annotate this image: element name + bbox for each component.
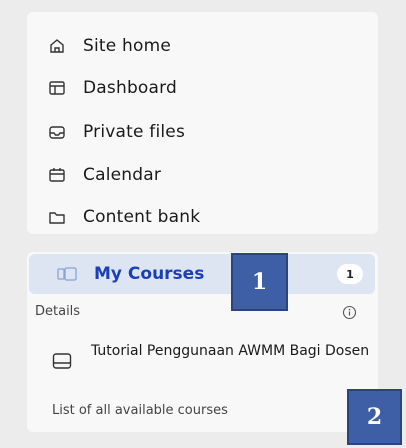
nav-item-label: Dashboard [83, 78, 178, 98]
dashboard-icon [48, 79, 66, 97]
details-label: Details [35, 304, 81, 319]
course-item[interactable]: Tutorial Penggunaan AWMM Bagi Dosen [27, 338, 378, 386]
callout-number: 1 [251, 269, 268, 295]
info-icon[interactable] [342, 305, 357, 320]
nav-item-label: Site home [83, 36, 172, 56]
course-count-badge: 1 [337, 264, 363, 284]
nav-item-label: Private files [83, 122, 186, 142]
my-courses-button[interactable]: My Courses 1 [29, 254, 375, 294]
step-callout-1: 1 [231, 253, 288, 311]
home-icon [48, 37, 66, 55]
nav-item-dashboard[interactable]: Dashboard [48, 72, 177, 104]
nav-item-calendar[interactable]: Calendar [48, 159, 161, 191]
details-row: Details [27, 300, 378, 326]
courses-icon [57, 266, 77, 282]
calendar-icon [48, 166, 66, 184]
folder-icon [48, 208, 66, 226]
course-title: Tutorial Penggunaan AWMM Bagi Dosen [91, 343, 370, 359]
course-icon [52, 352, 72, 370]
courses-panel: My Courses 1 Details Tutorial Penggunaan… [27, 252, 378, 432]
nav-item-site-home[interactable]: Site home [48, 30, 171, 62]
nav-item-label: Calendar [83, 165, 162, 185]
navigation-panel: Site home Dashboard Private files Calend… [27, 12, 378, 234]
all-courses-label: List of all available courses [52, 403, 228, 418]
step-callout-2: 2 [347, 389, 402, 445]
inbox-icon [48, 123, 66, 141]
nav-item-label: Content bank [83, 207, 201, 227]
all-courses-link[interactable]: List of all available courses → [27, 400, 378, 426]
nav-item-content-bank[interactable]: Content bank [48, 201, 200, 233]
nav-item-private-files[interactable]: Private files [48, 116, 185, 148]
callout-number: 2 [366, 404, 383, 430]
my-courses-label: My Courses [94, 264, 205, 284]
